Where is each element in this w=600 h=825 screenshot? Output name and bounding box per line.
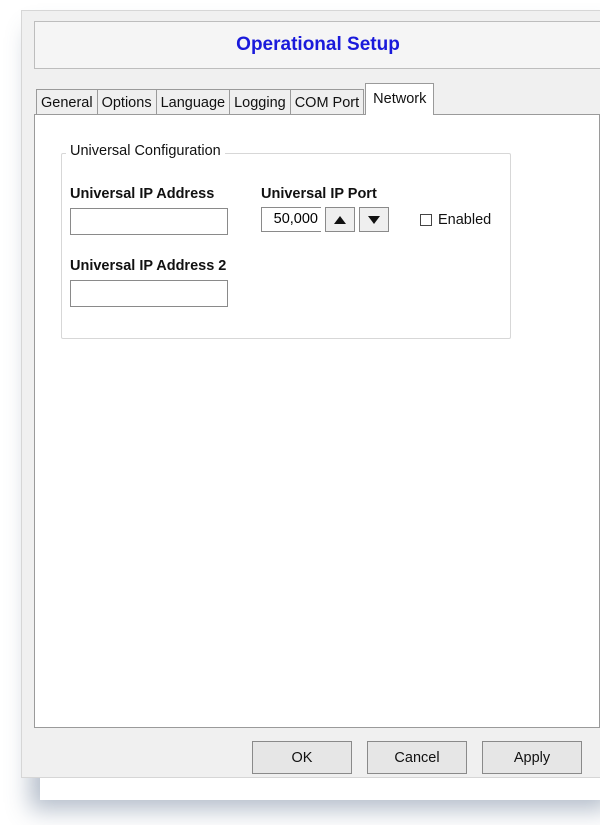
universal-ip-address-label: Universal IP Address [70, 186, 215, 202]
ok-button[interactable]: OK [252, 741, 352, 774]
port-increment-button[interactable] [325, 207, 355, 232]
dialog-title: Operational Setup [236, 34, 400, 55]
operational-setup-dialog: Operational Setup General Options Langua… [21, 10, 600, 778]
tab-strip: General Options Language Logging COM Por… [36, 79, 435, 115]
tab-com-port[interactable]: COM Port [289, 89, 365, 115]
triangle-down-icon [368, 215, 380, 224]
tab-logging[interactable]: Logging [229, 89, 291, 115]
tab-network[interactable]: Network [365, 83, 435, 115]
universal-ip-address-2-label: Universal IP Address 2 [70, 258, 227, 274]
universal-configuration-group: Universal Configuration Universal IP Add… [61, 143, 511, 339]
apply-button[interactable]: Apply [482, 741, 582, 774]
group-title: Universal Configuration [66, 143, 225, 159]
universal-ip-port-label: Universal IP Port [261, 186, 377, 202]
title-bar: Operational Setup [34, 21, 600, 69]
universal-ip-address-2-input[interactable] [70, 280, 228, 307]
tab-options[interactable]: Options [96, 89, 157, 115]
tab-general[interactable]: General [36, 89, 98, 115]
enabled-checkbox-label: Enabled [438, 212, 492, 228]
universal-ip-port-value[interactable]: 50,000 [261, 207, 321, 232]
universal-ip-port-stepper: 50,000 [261, 207, 389, 232]
port-decrement-button[interactable] [359, 207, 389, 232]
network-tab-panel: Universal Configuration Universal IP Add… [34, 114, 600, 728]
triangle-up-icon [334, 215, 346, 224]
cancel-button[interactable]: Cancel [367, 741, 467, 774]
enabled-checkbox-box[interactable] [420, 214, 432, 226]
universal-ip-address-input[interactable] [70, 208, 228, 235]
enabled-checkbox[interactable]: Enabled [420, 212, 491, 228]
tab-language[interactable]: Language [155, 89, 231, 115]
